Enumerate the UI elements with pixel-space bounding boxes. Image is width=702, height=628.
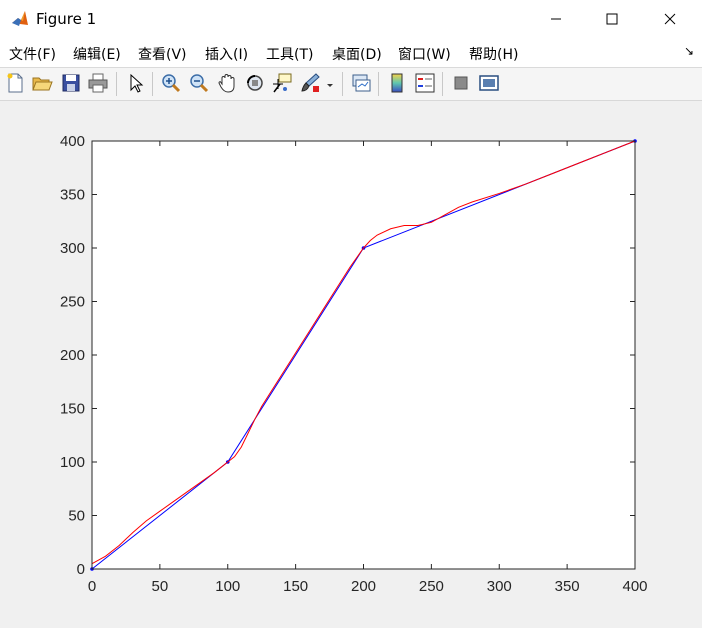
toolbar-separator — [378, 72, 379, 96]
toolbar-separator — [442, 72, 443, 96]
y-tick-label: 250 — [60, 294, 85, 311]
menu-help[interactable]: 帮助(H) — [469, 44, 518, 64]
x-tick-label: 400 — [622, 578, 647, 595]
toolbar-separator — [342, 72, 343, 96]
pan-hand-icon[interactable] — [216, 72, 238, 94]
show-plot-tools-icon[interactable] — [478, 72, 500, 94]
menu-window[interactable]: 窗口(W) — [398, 44, 451, 64]
figure-canvas: 0 50 100 150 200 250 300 350 400 0 50 100 150 200 250 3… — [0, 101, 702, 628]
y-tick-label: 100 — [60, 454, 85, 471]
line-chart[interactable]: 0 50 100 150 200 250 300 350 400 0 50 100 150 200 250 3… — [0, 101, 702, 628]
print-icon[interactable] — [87, 72, 109, 94]
colorbar-icon[interactable] — [386, 72, 408, 94]
close-button[interactable] — [647, 0, 693, 38]
link-plot-icon[interactable] — [350, 72, 372, 94]
menu-file[interactable]: 文件(F) — [9, 44, 56, 64]
figure-window: Figure 1 文件(F) 编辑(E) 查看(V) 插入(I) 工具(T) 桌… — [0, 0, 702, 628]
x-tick-label: 150 — [283, 578, 308, 595]
y-tick-label: 350 — [60, 187, 85, 204]
title-bar: Figure 1 — [0, 0, 702, 38]
brush-icon[interactable] — [299, 72, 321, 94]
toolbar-separator — [152, 72, 153, 96]
menu-insert[interactable]: 插入(I) — [205, 44, 248, 64]
data-cursor-icon[interactable] — [271, 72, 293, 94]
x-tick-label: 200 — [351, 578, 376, 595]
figure-toolbar — [0, 68, 702, 101]
menu-edit[interactable]: 编辑(E) — [73, 44, 121, 64]
y-tick-label: 300 — [60, 240, 85, 257]
x-tick-label: 0 — [88, 578, 96, 595]
open-file-icon[interactable] — [31, 72, 53, 94]
rotate-3d-icon[interactable] — [244, 72, 266, 94]
y-tick-label: 200 — [60, 347, 85, 364]
edit-plot-arrow-icon[interactable] — [125, 72, 147, 94]
legend-icon[interactable] — [414, 72, 436, 94]
window-title: Figure 1 — [36, 10, 97, 28]
hide-plot-tools-icon[interactable] — [450, 72, 472, 94]
x-tick-label: 250 — [419, 578, 444, 595]
save-icon[interactable] — [60, 72, 82, 94]
toolbar-separator — [116, 72, 117, 96]
menu-desktop[interactable]: 桌面(D) — [332, 44, 382, 64]
menu-view[interactable]: 查看(V) — [138, 44, 187, 64]
close-icon — [664, 13, 676, 25]
new-figure-icon[interactable] — [4, 72, 26, 94]
brush-dropdown-icon[interactable] — [324, 72, 336, 94]
toolbar-dock-arrow-icon[interactable]: ↘ — [684, 44, 694, 58]
y-tick-label: 400 — [60, 133, 85, 150]
zoom-out-icon[interactable] — [188, 72, 210, 94]
x-tick-label: 300 — [487, 578, 512, 595]
minimize-icon — [551, 18, 561, 20]
y-tick-label: 0 — [77, 561, 85, 578]
x-tick-label: 350 — [555, 578, 580, 595]
minimize-button[interactable] — [533, 0, 579, 38]
menu-tools[interactable]: 工具(T) — [266, 44, 313, 64]
matlab-logo-icon — [10, 9, 30, 29]
y-tick-label: 50 — [68, 508, 85, 525]
maximize-icon — [606, 13, 618, 25]
x-tick-label: 50 — [152, 578, 169, 595]
y-tick-label: 150 — [60, 401, 85, 418]
maximize-button[interactable] — [589, 0, 635, 38]
x-tick-label: 100 — [215, 578, 240, 595]
menu-bar: 文件(F) 编辑(E) 查看(V) 插入(I) 工具(T) 桌面(D) 窗口(W… — [0, 38, 702, 68]
zoom-in-icon[interactable] — [160, 72, 182, 94]
